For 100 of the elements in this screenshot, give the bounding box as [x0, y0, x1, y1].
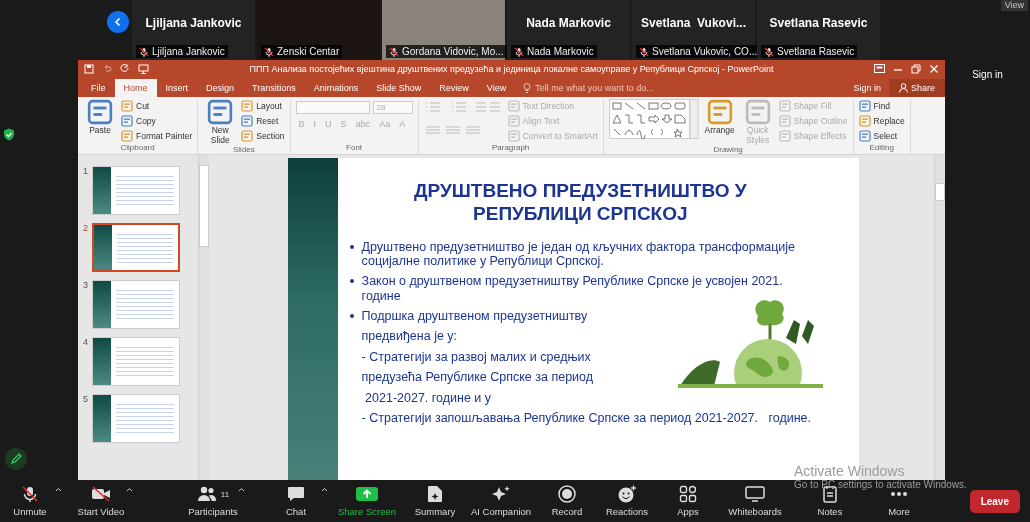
ribbon-button[interactable]: Layout [241, 99, 285, 112]
caret-icon[interactable] [126, 487, 133, 492]
sign-in-link[interactable]: Sign in [972, 69, 1003, 81]
ribbon-tab[interactable]: Insert [156, 79, 198, 97]
document-sparkle-icon [427, 485, 443, 503]
scrollbar[interactable] [198, 155, 209, 480]
ribbon-tab[interactable]: Animations [304, 79, 368, 97]
muted-microphone-icon [514, 46, 524, 57]
tell-me-field[interactable]: Tell me what you want to do... [523, 79, 656, 97]
participant-count: 11 [220, 489, 230, 499]
person-icon [898, 83, 908, 93]
ribbon-button[interactable]: Select [858, 129, 905, 142]
slide-text: - Стратегији запошљавања Републике Српске за период 2021-2027. године. [360, 410, 811, 426]
muted-microphone-icon [21, 485, 39, 503]
more-dots-icon [890, 491, 908, 497]
ribbon-tab[interactable]: Home [114, 79, 157, 97]
slide-thumbnail[interactable] [92, 394, 180, 443]
slide-thumbnail[interactable] [92, 223, 180, 272]
muted-microphone-icon [389, 46, 399, 57]
undo-icon[interactable] [102, 63, 112, 74]
ribbon-button[interactable]: Replace [858, 114, 905, 127]
participant-name: Nada Markovic [526, 16, 611, 30]
ribbon-button[interactable]: Cut [121, 99, 193, 112]
group-label: Drawing [712, 145, 744, 154]
toolbar-button[interactable]: 11 Participants [183, 485, 243, 517]
ribbon-button[interactable]: Find [858, 99, 905, 112]
toolbar-button[interactable]: Whiteboards [725, 485, 785, 517]
ribbon-tab[interactable]: File [82, 79, 115, 97]
toolbar-button[interactable]: Record [537, 485, 597, 517]
slide-number: 3 [82, 280, 88, 290]
ribbon-button[interactable]: Copy [121, 114, 193, 127]
whiteboard-icon [745, 486, 765, 502]
caret-icon[interactable] [55, 487, 62, 492]
slide-thumbnail[interactable] [92, 280, 180, 329]
scrollbar[interactable] [934, 155, 945, 480]
bullet-text: Подршка друштвеном предузетништву [349, 309, 632, 324]
participant-label-text: Svetlana Vukovic, CO... [652, 46, 758, 57]
sparkle-icon [491, 485, 511, 503]
apps-icon [679, 485, 697, 503]
slide-text: предвиђена је у: [360, 329, 459, 344]
back-button[interactable] [107, 11, 129, 33]
slide-title: ДРУШТВЕНО ПРЕДУЗЕТНИШТВО У РЕПУБЛИЦИ СРПСКОЈ [413, 180, 748, 226]
ribbon-tab[interactable]: Slide Show [367, 79, 431, 97]
muted-microphone-icon [264, 46, 274, 57]
shield-check-icon [3, 128, 15, 141]
ribbon-button[interactable]: Format Painter [121, 129, 193, 142]
slide-thumbnail[interactable] [92, 337, 180, 386]
slide-number: 5 [82, 394, 88, 404]
muted-microphone-icon [764, 46, 774, 57]
toolbar-button[interactable]: Share Screen [337, 485, 397, 517]
redo-icon[interactable] [120, 63, 130, 74]
sign-in-link[interactable]: Sign in [845, 79, 889, 97]
chevron-left-icon [113, 17, 123, 27]
ribbon-display-icon[interactable] [874, 64, 885, 73]
leave-button[interactable]: Leave [969, 489, 1020, 513]
video-off-icon [91, 485, 111, 503]
ribbon-button[interactable]: Reset [241, 114, 285, 127]
record-icon [558, 485, 576, 503]
slide-thumbnail[interactable] [92, 166, 180, 215]
toolbar-button[interactable]: Unmute [0, 485, 60, 517]
muted-microphone-icon [639, 46, 649, 57]
pen-button[interactable] [5, 448, 27, 470]
participant-label-text: Nada Markovic [527, 46, 594, 57]
people-icon [196, 486, 217, 502]
chat-bubble-icon [287, 486, 305, 502]
participant-label-text: Zenski Centar [277, 46, 340, 57]
close-icon[interactable] [929, 63, 939, 74]
muted-microphone-icon [139, 46, 149, 57]
participant-label-text: Svetlana Rasevic [777, 46, 855, 57]
share-screen-icon [355, 486, 379, 502]
ribbon-tab[interactable]: Review [430, 79, 478, 97]
group-label: Font [345, 143, 364, 154]
toolbar-button[interactable]: Summary [405, 485, 465, 517]
ribbon-button[interactable]: Paste [83, 99, 117, 143]
group-label: Slides [232, 145, 256, 154]
group-label: Paragraph [490, 143, 531, 154]
ribbon-tab[interactable]: Transitions [243, 79, 305, 97]
participant-name: Ljiljana Jankovic [145, 16, 242, 30]
ribbon-button[interactable]: Arrange [702, 99, 737, 145]
view-button[interactable]: View [1000, 0, 1028, 11]
toolbar-button[interactable]: Chat [266, 485, 326, 517]
slide-number: 2 [82, 223, 88, 233]
ribbon-tab[interactable]: View [477, 79, 516, 97]
ribbon-button[interactable]: New Slide [203, 99, 238, 145]
toolbar-button[interactable]: AI Companion [471, 485, 531, 517]
save-icon[interactable] [84, 63, 94, 74]
ribbon-button[interactable]: Section [241, 129, 285, 142]
caret-icon[interactable] [238, 487, 245, 492]
presentation-icon[interactable] [138, 63, 149, 74]
restore-icon[interactable] [911, 63, 921, 74]
participant-name: Svetlana Vukovi... [641, 16, 746, 30]
toolbar-button[interactable]: Apps [658, 485, 718, 517]
participant-label-text: Gordana Vidovic, Mo... [402, 46, 504, 57]
ribbon-tab[interactable]: Design [197, 79, 244, 97]
caret-icon[interactable] [321, 487, 328, 492]
toolbar-button[interactable]: Start Video [71, 485, 131, 517]
toolbar-button[interactable]: Reactions [597, 485, 657, 517]
group-label: Clipboard [119, 143, 156, 154]
share-button[interactable]: Share [888, 79, 945, 97]
lightbulb-icon [523, 83, 532, 93]
